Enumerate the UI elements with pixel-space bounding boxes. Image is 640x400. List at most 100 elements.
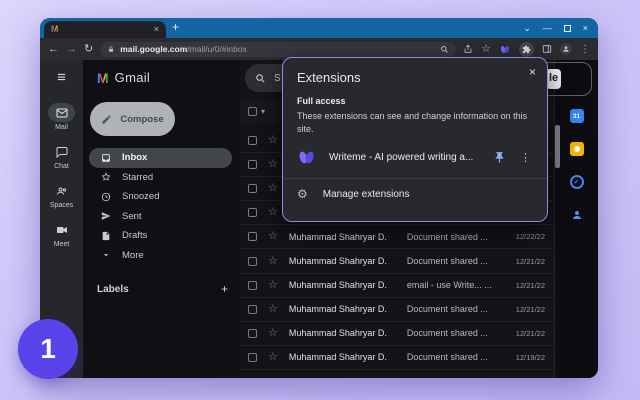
- gear-icon: ⚙: [297, 187, 308, 202]
- star-icon[interactable]: ☆: [268, 231, 278, 242]
- omnibox[interactable]: mail.google.com/mail/u/0/#inbox: [100, 41, 457, 57]
- row-subject: Document shared ...: [406, 231, 488, 242]
- row-checkbox[interactable]: [248, 136, 257, 146]
- row-subject: Document shared ...: [406, 256, 488, 267]
- rail-item[interactable]: Spaces: [48, 181, 75, 209]
- nav-item[interactable]: Sent: [89, 207, 232, 227]
- add-label-icon[interactable]: +: [221, 282, 228, 296]
- calendar-icon[interactable]: 31: [569, 109, 584, 123]
- row-checkbox[interactable]: [248, 280, 257, 290]
- extension-row[interactable]: Writeme - AI powered writing a... ⋮: [297, 145, 533, 169]
- tab-close-icon[interactable]: ×: [154, 25, 159, 34]
- row-checkbox[interactable]: [248, 304, 257, 314]
- row-date: 12/21/22: [515, 328, 545, 338]
- header-partial-badge: le: [546, 69, 562, 89]
- keep-icon[interactable]: [569, 142, 584, 156]
- row-checkbox[interactable]: [248, 352, 257, 362]
- rail-item-pill: [48, 181, 75, 200]
- maximize-button[interactable]: [563, 24, 571, 32]
- rail-item[interactable]: Chat: [48, 142, 75, 170]
- rail-item[interactable]: Meet: [48, 220, 75, 248]
- nav-item-label: Drafts: [122, 230, 148, 242]
- back-button[interactable]: ←: [48, 43, 59, 55]
- contacts-icon[interactable]: [571, 208, 583, 226]
- url-text: mail.google.com/mail/u/0/#inbox: [120, 44, 247, 54]
- select-all-checkbox[interactable]: [248, 106, 257, 116]
- file-icon: [101, 231, 111, 241]
- email-row[interactable]: ☆ Muhammad Shahryar D. Document shared .…: [240, 298, 554, 322]
- email-row[interactable]: ☆ Muhammad Shahryar D. Document shared .…: [240, 249, 554, 274]
- rail-item-pill: [48, 220, 75, 239]
- star-icon[interactable]: ☆: [268, 303, 278, 315]
- browser-menu-icon[interactable]: ⋮: [580, 44, 590, 55]
- starline-icon: [101, 172, 111, 182]
- email-row[interactable]: ☆ Muhammad Shahryar D. email - use Write…: [240, 274, 554, 298]
- email-row[interactable]: ☆ Muhammad Shahryar D. Document shared .…: [240, 346, 554, 370]
- share-icon[interactable]: [463, 44, 473, 54]
- star-icon[interactable]: ☆: [268, 351, 278, 363]
- select-dropdown-icon[interactable]: ▾: [261, 107, 265, 116]
- email-row[interactable]: ☆ Muhammad Shahryar D. Document shared .…: [240, 225, 554, 250]
- tab-search-chevron-icon[interactable]: ⌄: [523, 23, 531, 34]
- nav-item[interactable]: More: [89, 246, 232, 266]
- browser-titlebar: M × + ⌄ — ×: [40, 18, 598, 38]
- nav-item[interactable]: Drafts: [89, 226, 232, 246]
- row-checkbox[interactable]: [248, 208, 257, 218]
- tasks-icon[interactable]: ✓: [569, 175, 584, 189]
- nav-item-label: Sent: [122, 210, 142, 222]
- row-checkbox[interactable]: [248, 184, 257, 194]
- tab-gmail[interactable]: M ×: [44, 21, 166, 38]
- gmail-nav-column: M Gmail Compose Inbox Starred Snoozed Se…: [83, 60, 240, 378]
- row-checkbox[interactable]: [248, 256, 257, 266]
- row-checkbox[interactable]: [248, 160, 257, 170]
- chevron-icon: [101, 250, 111, 260]
- rail-item-pill: [48, 103, 75, 122]
- manage-extensions-button[interactable]: ⚙ Manage extensions: [297, 179, 533, 200]
- spaces-icon: [56, 185, 68, 197]
- hamburger-menu-icon[interactable]: ≡: [57, 70, 66, 85]
- zoom-icon[interactable]: [440, 45, 449, 54]
- puzzle-icon: [522, 44, 531, 54]
- row-date: 12/21/22: [515, 256, 545, 266]
- minimize-button[interactable]: —: [543, 23, 552, 33]
- list-scrollbar-thumb[interactable]: [555, 125, 560, 168]
- row-subject: Document shared ...: [406, 352, 488, 363]
- writeme-logo-icon: [297, 148, 316, 167]
- side-panel-icon[interactable]: [542, 44, 552, 54]
- new-tab-button[interactable]: +: [172, 20, 179, 34]
- rail-item-label: Chat: [54, 163, 69, 170]
- nav-item-label: Starred: [122, 171, 154, 183]
- gmail-nav-list: Inbox Starred Snoozed Sent Drafts More: [89, 148, 232, 265]
- pencil-icon: [101, 114, 112, 125]
- close-window-button[interactable]: ×: [583, 23, 588, 33]
- email-row[interactable]: ☆ Muhammad Shahryar D. Document shared .…: [240, 322, 554, 346]
- row-checkbox[interactable]: [248, 232, 257, 242]
- star-icon[interactable]: ☆: [268, 255, 278, 267]
- star-icon[interactable]: ☆: [268, 159, 278, 170]
- nav-item[interactable]: Starred: [89, 168, 232, 188]
- star-icon[interactable]: ☆: [268, 279, 278, 291]
- extensions-puzzle-button[interactable]: [519, 41, 534, 57]
- forward-button[interactable]: →: [66, 43, 77, 55]
- clock-icon: [101, 192, 111, 202]
- row-checkbox[interactable]: [248, 328, 257, 338]
- rail-item-pill: [48, 142, 75, 161]
- nav-item[interactable]: Inbox: [89, 148, 232, 168]
- gmail-logo-m-icon: M: [97, 69, 109, 86]
- star-icon[interactable]: ☆: [268, 183, 278, 194]
- bookmark-star-icon[interactable]: ☆: [481, 43, 491, 55]
- writeme-extension-icon[interactable]: [499, 44, 511, 55]
- compose-button[interactable]: Compose: [90, 102, 175, 136]
- nav-item[interactable]: Snoozed: [89, 187, 232, 207]
- pin-icon[interactable]: [493, 151, 506, 164]
- popup-close-icon[interactable]: ×: [529, 65, 536, 79]
- profile-avatar[interactable]: [560, 43, 572, 55]
- row-date: 12/19/22: [515, 352, 545, 362]
- star-icon[interactable]: ☆: [268, 207, 278, 218]
- rail-item[interactable]: Mail: [48, 103, 75, 131]
- extension-name: Writeme - AI powered writing a...: [329, 151, 474, 163]
- star-icon[interactable]: ☆: [268, 327, 278, 339]
- reload-button[interactable]: ↻: [84, 43, 93, 55]
- star-icon[interactable]: ☆: [268, 135, 278, 146]
- extension-menu-icon[interactable]: ⋮: [520, 151, 531, 164]
